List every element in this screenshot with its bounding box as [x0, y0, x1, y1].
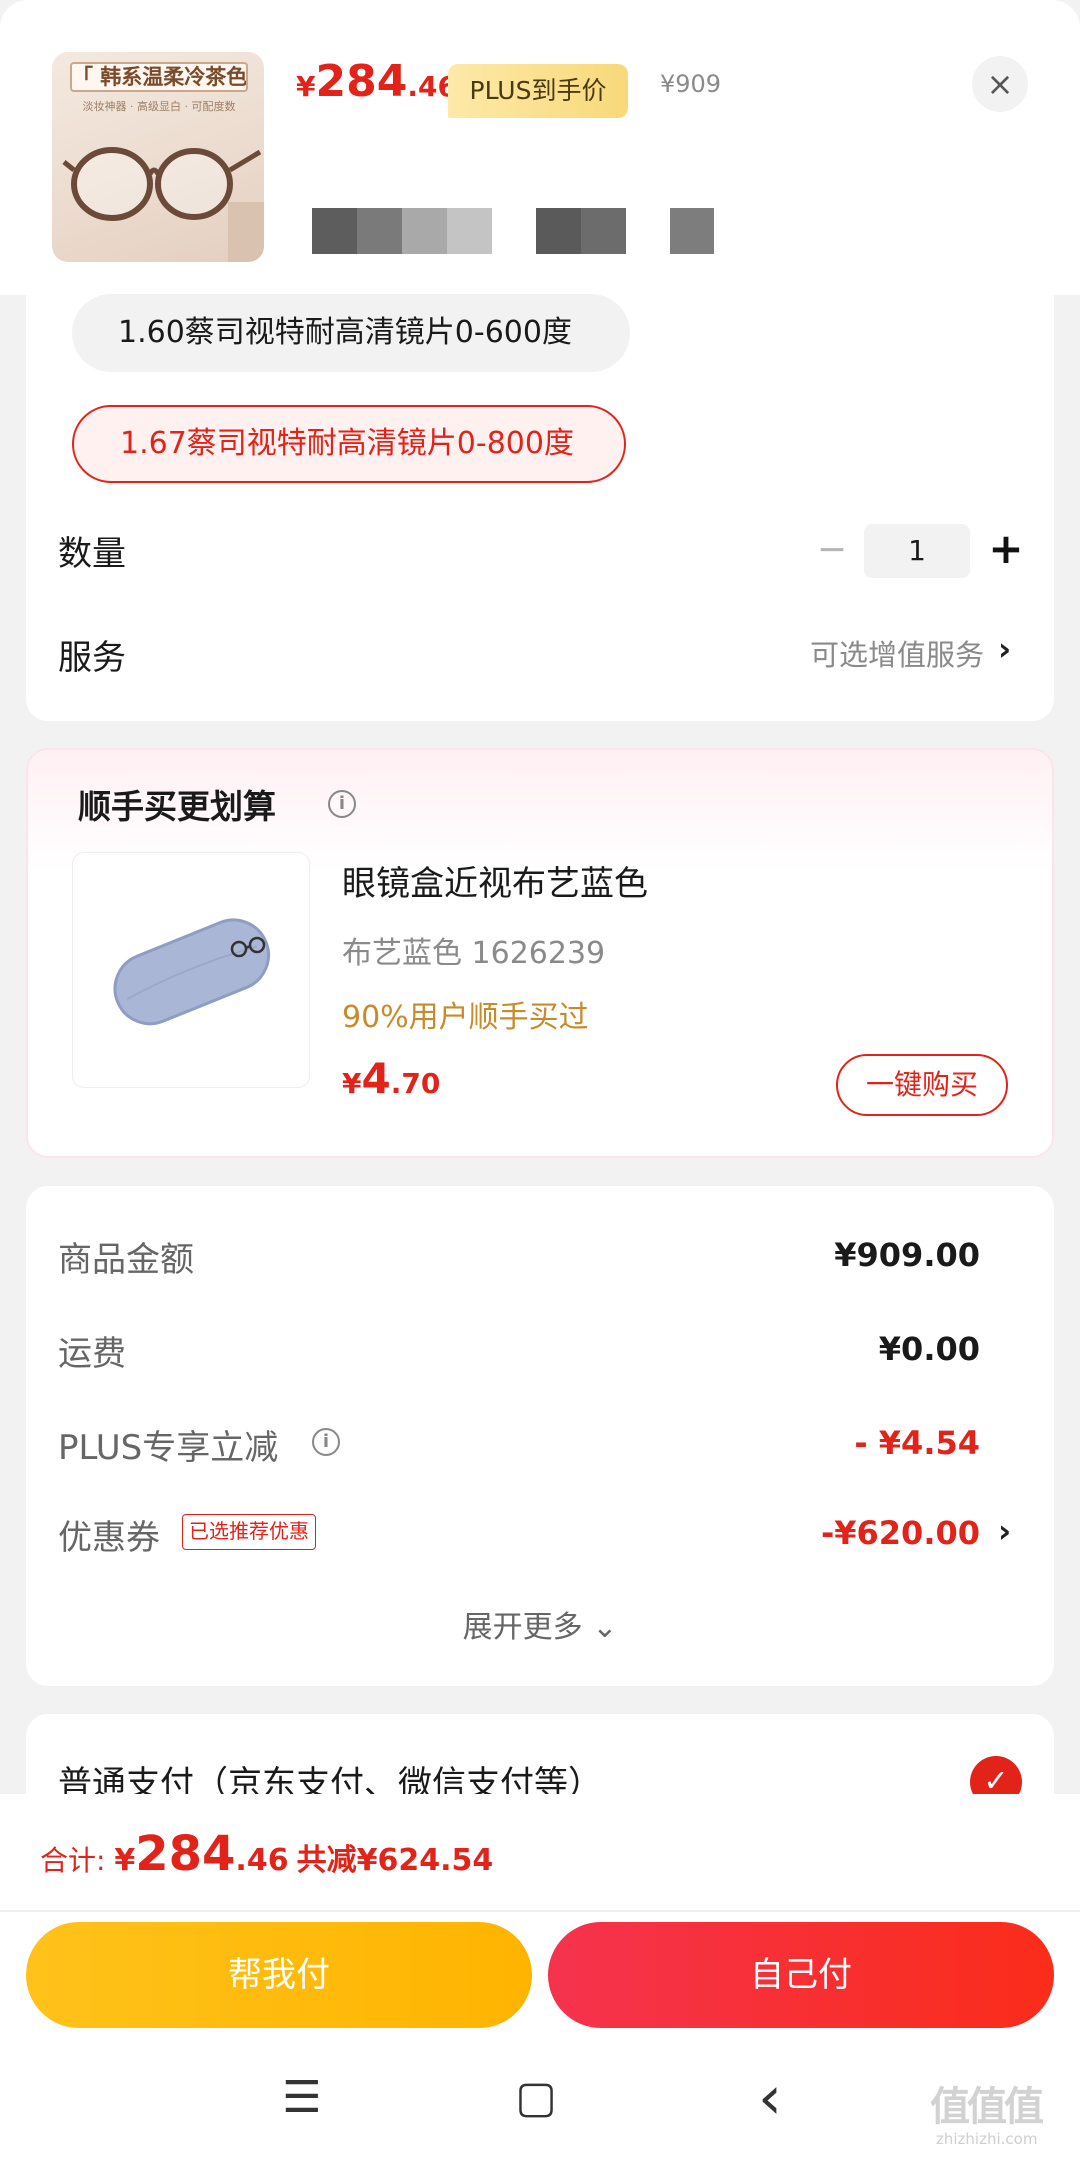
plus-discount-value: - ¥4.54 — [854, 1424, 980, 1462]
total-saved: 共减¥624.54 — [296, 1843, 494, 1878]
price-symbol: ¥ — [296, 70, 316, 103]
coupon-value[interactable]: -¥620.00 — [821, 1514, 980, 1552]
service-chevron-icon[interactable]: › — [998, 630, 1011, 668]
quantity-label: 数量 — [58, 534, 126, 574]
pay-myself-button[interactable]: 自己付 — [548, 1922, 1054, 2028]
spec-option-600[interactable]: 1.60蔡司视特耐高清镜片0-600度 — [72, 294, 630, 372]
expand-more-button[interactable]: 展开更多 ⌄ — [0, 1602, 1080, 1646]
bundle-price-decimal: .70 — [390, 1067, 441, 1100]
shipping-label: 运费 — [58, 1334, 126, 1374]
coupon-recommended-badge: 已选推荐优惠 — [182, 1514, 316, 1550]
thumbnail-tag: 「 韩系温柔冷茶色 」 — [70, 62, 248, 92]
quantity-decrease-button[interactable]: − — [812, 528, 852, 572]
spec-option-800-selected[interactable]: 1.67蔡司视特耐高清镜片0-800度 — [72, 405, 626, 483]
service-label: 服务 — [58, 638, 126, 678]
home-icon[interactable]: ▢ — [496, 2068, 576, 2128]
plus-discount-label: PLUS专享立减 — [58, 1428, 279, 1468]
coupon-chevron-icon[interactable]: › — [998, 1512, 1011, 1550]
bundle-info-icon[interactable]: i — [328, 790, 356, 818]
goods-amount-label: 商品金额 — [58, 1240, 194, 1280]
checkout-divider — [0, 1910, 1080, 1912]
bundle-price-symbol: ¥ — [342, 1067, 362, 1100]
bundle-item-spec: 布艺蓝色 1626239 — [342, 936, 606, 971]
total-label: 合计: — [40, 1844, 115, 1877]
site-watermark-url: zhizhizhi.com — [936, 2130, 1038, 2148]
bundle-item-image[interactable] — [72, 852, 310, 1088]
goods-amount-value: ¥909.00 — [834, 1236, 980, 1274]
shipping-value: ¥0.00 — [878, 1330, 980, 1368]
bundle-title: 顺手买更划算 — [78, 787, 276, 826]
original-price: ¥909 — [660, 70, 722, 98]
total-symbol: ¥ — [114, 1843, 136, 1878]
coupon-label: 优惠券 — [58, 1518, 160, 1558]
product-thumbnail[interactable]: 「 韩系温柔冷茶色 」 淡妆神器 · 高级显白 · 可配度数 — [52, 52, 264, 262]
product-price: ¥284.46 — [296, 56, 457, 107]
total-decimal: .46 — [235, 1843, 289, 1878]
thumbnail-subtitle: 淡妆神器 · 高级显白 · 可配度数 — [82, 100, 236, 113]
site-watermark: 值值值 — [930, 2084, 1044, 2130]
order-total: 合计: ¥284.46 共减¥624.54 — [40, 1826, 493, 1882]
thumbnail-decor — [228, 202, 264, 262]
help-me-pay-button[interactable]: 帮我付 — [26, 1922, 532, 2028]
blurred-spec-info — [312, 208, 492, 254]
price-integer: 284 — [315, 56, 408, 107]
plus-price-tag: PLUS到手价 — [448, 64, 628, 118]
plus-discount-info-icon[interactable]: i — [312, 1428, 340, 1456]
bundle-item-hint: 90%用户顺手买过 — [342, 1000, 589, 1035]
bundle-item-price: ¥4.70 — [342, 1054, 440, 1103]
bundle-price-integer: 4 — [361, 1054, 391, 1103]
service-selector[interactable]: 可选增值服务 — [740, 632, 984, 674]
bundle-item-name[interactable]: 眼镜盒近视布艺蓝色 — [342, 856, 648, 905]
back-icon[interactable]: ‹ — [730, 2068, 810, 2128]
one-click-buy-button[interactable]: 一键购买 — [836, 1054, 1008, 1116]
close-button[interactable]: × — [972, 56, 1028, 112]
glasses-case-image — [113, 918, 270, 1026]
total-integer: 284 — [135, 1826, 236, 1882]
quantity-increase-button[interactable]: + — [984, 522, 1028, 576]
menu-icon[interactable]: ☰ — [262, 2068, 342, 2128]
blurred-spec-info-3 — [670, 208, 714, 254]
quantity-input[interactable]: 1 — [864, 524, 970, 578]
blurred-spec-info-2 — [536, 208, 626, 254]
